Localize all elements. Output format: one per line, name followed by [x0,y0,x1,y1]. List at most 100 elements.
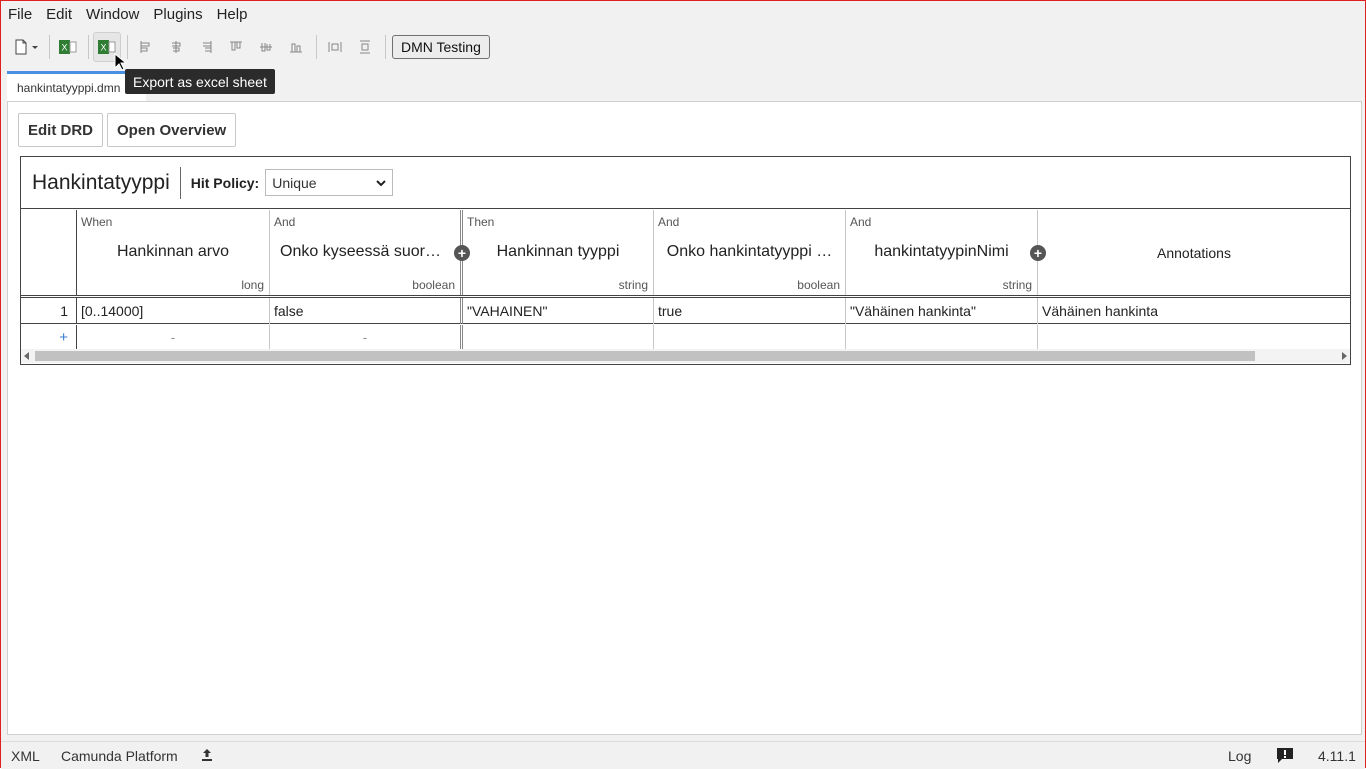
open-overview-button[interactable]: Open Overview [107,113,237,147]
toolbar-separator [127,35,128,59]
toolbar-separator [316,35,317,59]
column-type: string [618,278,648,292]
chevron-down-icon [376,179,386,186]
column-kind: Then [467,215,495,229]
column-kind: And [658,215,680,229]
column-kind: And [274,215,296,229]
column-label: hankintatyypinNimi [874,243,1009,260]
import-excel-button[interactable]: X [54,32,82,62]
align-left-icon [140,41,150,53]
menu-window[interactable]: Window [86,6,139,23]
toolbar-separator [88,35,89,59]
dmn-testing-button[interactable]: DMN Testing [392,35,490,59]
align-left-button[interactable] [132,32,160,62]
output-cell[interactable]: true [654,298,846,324]
column-type: long [241,278,264,292]
add-row-button[interactable]: + [21,325,77,349]
scrollbar-thumb[interactable] [35,351,1255,361]
table-row: 1 [0..14000] false "VAHAINEN" true "Vähä… [21,298,1350,324]
edit-drd-button[interactable]: Edit DRD [18,113,103,147]
version-label: 4.11.1 [1318,748,1356,764]
output-cell[interactable]: "Vähäinen hankinta" [846,298,1038,324]
output-column-hankinnan-tyyppi[interactable]: Then Hankinnan tyyppi string [463,210,654,296]
hit-policy-label: Hit Policy: [190,174,260,191]
export-tooltip: Export as excel sheet [125,69,275,94]
divider [179,166,181,199]
align-bottom-button[interactable] [282,32,310,62]
align-center-button[interactable] [162,32,190,62]
mouse-cursor-icon [114,53,126,71]
xml-status-button[interactable]: XML [11,748,40,764]
column-label: Hankinnan tyyppi [496,243,620,260]
annotation-cell[interactable]: Vähäinen hankinta [1038,298,1350,324]
menu-help[interactable]: Help [217,6,248,23]
index-column-header [21,210,77,296]
align-bottom-icon [290,43,302,53]
menu-bar: File Edit Window Plugins Help [1,1,1365,27]
decision-table: Hankintatyyppi Hit Policy: Unique When H… [20,156,1351,365]
column-label: Onko hankintatyyppi … [666,243,833,260]
toolbar: X X DMN Testing [1,29,1365,65]
hit-policy-select[interactable]: Unique [265,169,394,196]
menu-edit[interactable]: Edit [46,6,72,23]
column-label: Onko kyseessä suora… [280,243,450,260]
align-right-button[interactable] [192,32,220,62]
execution-platform-button[interactable]: Camunda Platform [61,748,178,764]
toolbar-separator [49,35,50,59]
output-column-onko-hankintatyyppi[interactable]: And Onko hankintatyyppi … boolean [654,210,846,296]
scroll-right-icon[interactable] [1341,352,1347,360]
column-type: boolean [412,278,455,292]
distribute-horizontal-button[interactable] [321,32,349,62]
status-bar: XML Camunda Platform Log 4.11.1 [1,741,1365,769]
align-top-icon [230,41,242,51]
new-file-icon [15,39,38,55]
toolbar-separator [385,35,386,59]
feedback-icon[interactable] [1276,747,1294,764]
svg-text:X: X [61,43,67,53]
decision-table-header: Hankintatyyppi Hit Policy: Unique [21,157,1350,209]
empty-input-cell[interactable]: - [270,325,463,349]
excel-import-icon: X [59,40,77,54]
menu-file[interactable]: File [8,6,32,23]
menu-plugins[interactable]: Plugins [153,6,202,23]
empty-output-cell[interactable] [654,325,846,349]
deploy-icon[interactable] [200,748,214,762]
hit-policy-value: Unique [272,174,317,191]
distribute-horizontal-icon [328,42,342,52]
empty-input-cell[interactable]: - [77,325,270,349]
input-cell[interactable]: false [270,298,463,324]
horizontal-scrollbar[interactable] [21,349,1350,363]
empty-output-cell[interactable] [463,325,654,349]
output-cell[interactable]: "VAHAINEN" [463,298,654,324]
annotations-column[interactable]: Annotations [1038,210,1350,296]
align-center-icon [172,41,181,53]
new-file-button[interactable] [9,32,43,62]
column-type: string [1002,278,1032,292]
distribute-vertical-button[interactable] [351,32,379,62]
column-type: boolean [797,278,840,292]
output-column-hankintatyypin-nimi[interactable]: And hankintatyypinNimi string [846,210,1038,296]
add-output-column-icon[interactable]: + [1030,245,1046,261]
align-right-icon [203,41,212,53]
empty-output-cell[interactable] [846,325,1038,349]
align-middle-button[interactable] [252,32,280,62]
align-middle-icon [260,43,272,52]
input-column-onko-suora[interactable]: And Onko kyseessä suora… boolean [270,210,463,296]
scroll-left-icon[interactable] [24,352,30,360]
row-index: 1 [21,298,77,324]
input-cell[interactable]: [0..14000] [77,298,270,324]
column-kind: When [81,215,113,229]
column-label: Hankinnan arvo [116,243,230,260]
distribute-vertical-icon [360,40,370,54]
empty-annotation-cell[interactable] [1038,325,1350,349]
editor-area: Edit DRD Open Overview Hankintatyyppi Hi… [7,101,1362,735]
app-window: File Edit Window Plugins Help X X DMN Te… [0,0,1366,769]
input-column-hankinnan-arvo[interactable]: When Hankinnan arvo long [77,210,270,296]
decision-name[interactable]: Hankintatyyppi [21,171,180,195]
column-kind: And [850,215,872,229]
add-input-column-icon[interactable]: + [454,245,470,261]
log-button[interactable]: Log [1228,748,1251,764]
column-label: Annotations [1157,245,1231,261]
new-row: + - - [21,325,1350,349]
align-top-button[interactable] [222,32,250,62]
